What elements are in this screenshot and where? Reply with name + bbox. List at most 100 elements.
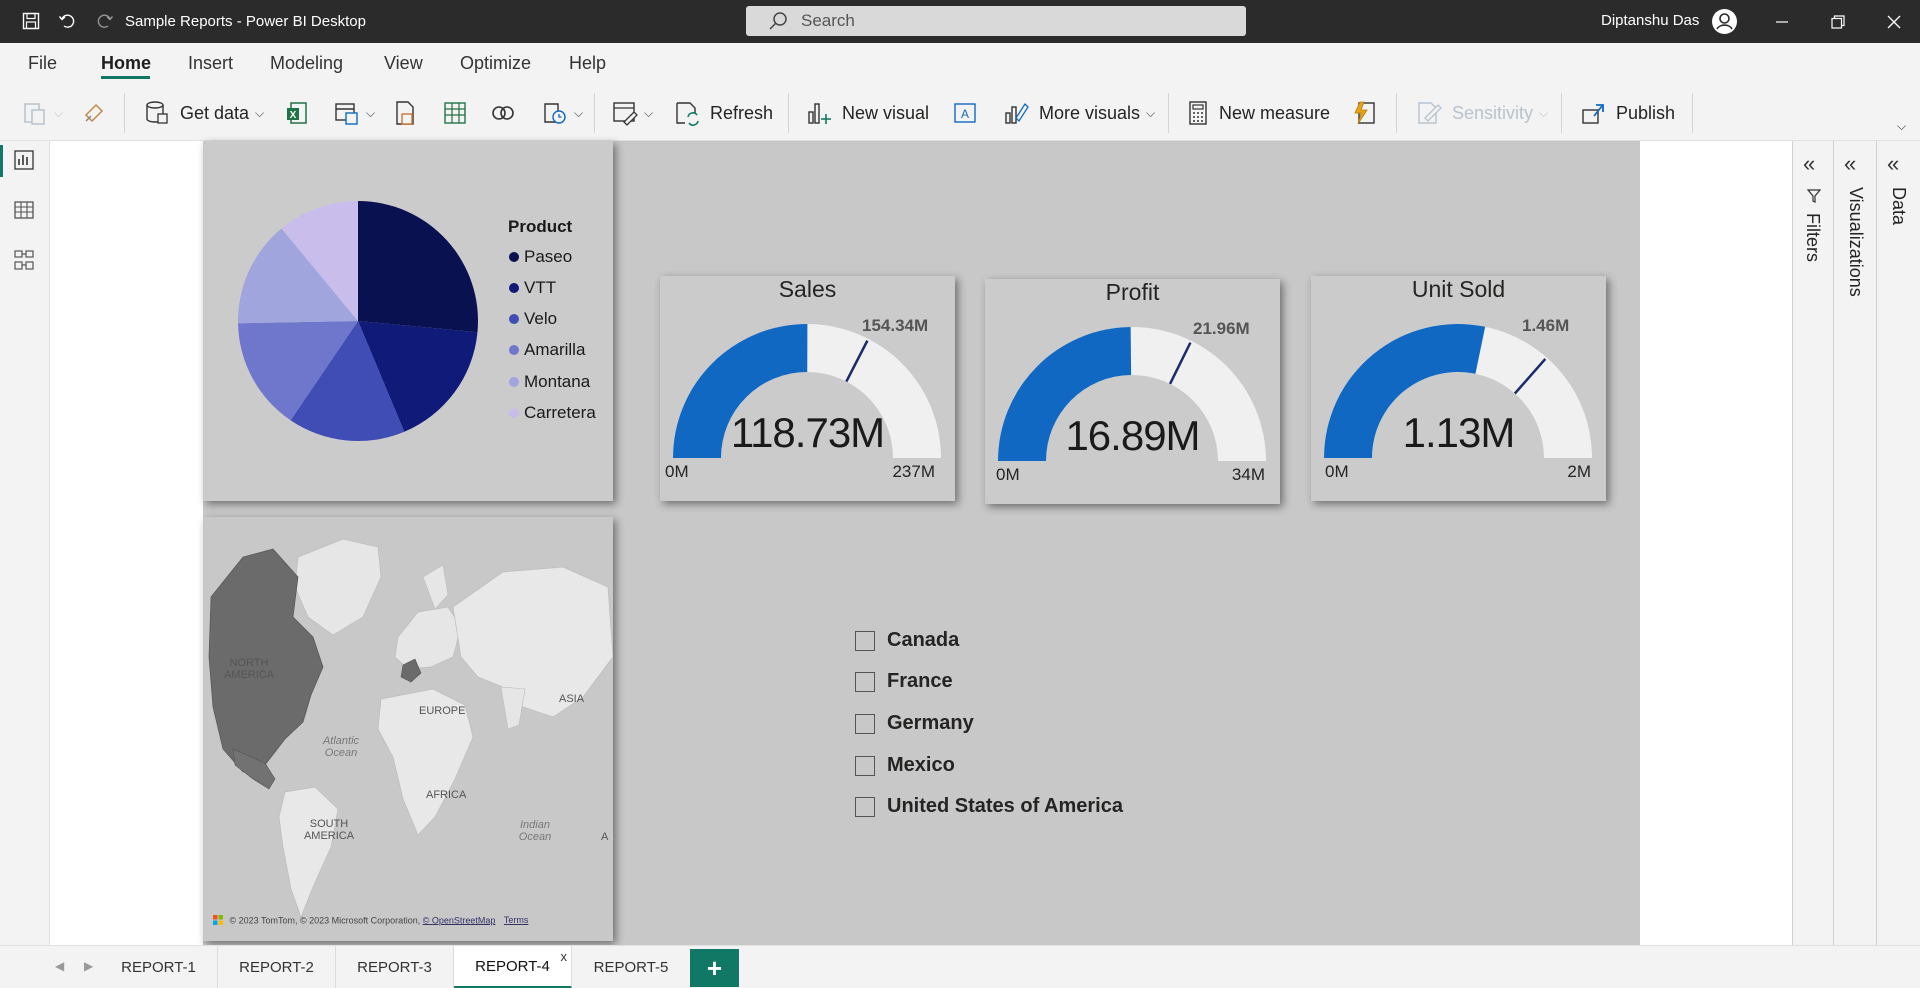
pie-slice-paseo[interactable] <box>358 201 478 333</box>
slicer-item-mexico[interactable]: Mexico <box>855 754 955 777</box>
checkbox[interactable] <box>855 630 875 651</box>
format-painter-button[interactable] <box>82 97 106 129</box>
checkbox[interactable] <box>855 713 875 734</box>
menu-home[interactable]: Home <box>101 53 151 74</box>
search-box[interactable]: Search <box>746 6 1246 36</box>
slicer-item-germany[interactable]: Germany <box>855 712 974 735</box>
get-data-button[interactable]: Get data ⌵ <box>144 97 264 129</box>
undo-icon[interactable] <box>56 10 78 32</box>
page-tab-2[interactable]: REPORT-2 <box>218 946 336 988</box>
expand-data-icon[interactable]: « <box>1887 151 1899 177</box>
unit-sold-gauge-visual[interactable]: Unit Sold 1.13M 1.46M 0M 2M <box>1311 276 1606 501</box>
enter-data-button[interactable] <box>443 97 467 129</box>
ribbon-separator <box>1396 93 1397 133</box>
gauge-max-label: 237M <box>892 462 935 481</box>
data-pane[interactable]: « Data <box>1876 141 1920 945</box>
sensitivity-button[interactable]: Sensitivity ⌵ <box>1416 97 1548 129</box>
checkbox[interactable] <box>855 755 875 776</box>
legend-item[interactable]: Carretera <box>509 403 596 423</box>
redo-icon[interactable] <box>94 10 116 32</box>
paste-button[interactable]: ⌵ <box>22 97 63 129</box>
page-tab-1[interactable]: REPORT-1 <box>100 946 218 988</box>
scroll-right-icon[interactable]: ▶ <box>84 959 93 973</box>
view-switcher <box>0 141 50 945</box>
text-box-button[interactable]: A <box>952 97 978 129</box>
onelake-button[interactable]: ⌵ <box>334 97 375 129</box>
ribbon-separator <box>1561 93 1562 133</box>
slicer-item-usa[interactable]: United States of America <box>855 795 1123 818</box>
checkbox[interactable] <box>855 796 875 817</box>
more-visuals-icon <box>1005 102 1029 124</box>
gauge-target-label: 1.46M <box>1522 316 1570 335</box>
legend-item[interactable]: Amarilla <box>509 340 585 360</box>
page-tab-5[interactable]: REPORT-5 <box>572 946 690 988</box>
page-tabs-bar: ◀ ▶ REPORT-1 REPORT-2 REPORT-3 REPORT-4 … <box>0 945 1920 988</box>
menu-file[interactable]: File <box>28 53 57 74</box>
model-view-icon[interactable] <box>13 249 37 273</box>
gauge-min-label: 0M <box>996 465 1020 484</box>
expand-visualizations-icon[interactable]: « <box>1844 151 1856 177</box>
menu-modeling[interactable]: Modeling <box>270 53 343 74</box>
map-label-south-america: SOUTH AMERICA <box>303 818 355 842</box>
legend-label: Carretera <box>524 403 596 422</box>
table-view-icon[interactable] <box>13 199 37 223</box>
add-page-button[interactable]: + <box>690 949 739 987</box>
legend-label: Paseo <box>524 247 573 266</box>
terms-link[interactable]: Terms <box>504 915 529 925</box>
avatar[interactable] <box>1712 9 1737 34</box>
transform-data-button[interactable]: ⌵ <box>542 97 583 129</box>
svg-text:A: A <box>961 107 969 121</box>
menu-view[interactable]: View <box>384 53 423 74</box>
more-visuals-button[interactable]: More visuals ⌵ <box>1003 97 1155 129</box>
map-visual[interactable]: NORTH AMERICA EUROPE ASIA AFRICA SOUTH A… <box>203 517 613 941</box>
text-box-icon: A <box>954 103 976 123</box>
checkbox[interactable] <box>855 671 875 692</box>
menu-help[interactable]: Help <box>569 53 606 74</box>
close-tab-icon[interactable]: x <box>561 949 568 964</box>
recent-sources-button[interactable] <box>490 97 516 129</box>
dataverse-button[interactable] <box>394 97 416 129</box>
page-tab-3[interactable]: REPORT-3 <box>336 946 454 988</box>
report-view-icon[interactable] <box>13 149 37 173</box>
visualizations-label: Visualizations <box>1846 187 1866 297</box>
legend-item[interactable]: Velo <box>509 309 557 329</box>
collapse-ribbon-icon[interactable]: ⌵ <box>1897 119 1906 134</box>
ribbon-separator <box>1692 93 1693 133</box>
slicer-item-france[interactable]: France <box>855 670 953 693</box>
excel-icon: X <box>287 102 307 124</box>
user-name[interactable]: Diptanshu Das <box>1601 12 1699 29</box>
scroll-left-icon[interactable]: ◀ <box>55 959 64 973</box>
osm-link[interactable]: © OpenStreetMap <box>423 915 496 925</box>
new-measure-button[interactable]: New measure <box>1187 97 1330 129</box>
legend-label: Velo <box>524 309 558 328</box>
legend-item[interactable]: Paseo <box>509 247 572 267</box>
minimize-icon[interactable] <box>1768 8 1796 36</box>
map-label-atlantic: Atlantic Ocean <box>322 735 360 759</box>
gauge-max-label: 2M <box>1567 462 1591 481</box>
pie-chart-visual[interactable]: Product Paseo VTT Velo Amarilla Montana … <box>203 141 613 501</box>
search-icon <box>768 11 788 36</box>
menu-optimize[interactable]: Optimize <box>460 53 531 74</box>
publish-button[interactable]: Publish <box>1580 97 1675 129</box>
format-painter-icon <box>84 103 104 123</box>
visualizations-pane[interactable]: « Visualizations <box>1833 141 1876 945</box>
new-visual-button[interactable]: New visual <box>806 97 929 129</box>
slicer-item-canada[interactable]: Canada <box>855 629 959 652</box>
page-tab-4[interactable]: REPORT-4 x <box>454 946 572 988</box>
legend-item[interactable]: VTT <box>509 278 556 298</box>
close-icon[interactable] <box>1880 8 1908 36</box>
clock-file-icon <box>544 103 566 124</box>
menu-insert[interactable]: Insert <box>188 53 233 74</box>
save-icon[interactable] <box>20 10 42 32</box>
refresh-button[interactable]: Refresh <box>674 97 773 129</box>
transform-button[interactable]: ⌵ <box>612 97 653 129</box>
profit-gauge-visual[interactable]: Profit 16.89M 21.96M 0M 34M <box>985 279 1280 504</box>
sales-gauge-visual[interactable]: Sales 118.73M 154.34M 0M 237M <box>660 276 955 501</box>
restore-icon[interactable] <box>1824 8 1852 36</box>
quick-measure-button[interactable] <box>1352 97 1378 129</box>
expand-filters-icon[interactable]: « <box>1803 151 1815 177</box>
legend-item[interactable]: Montana <box>509 372 590 392</box>
excel-button[interactable]: X <box>285 97 311 129</box>
filters-pane[interactable]: « Filters <box>1792 141 1833 945</box>
legend-label: Montana <box>524 372 591 391</box>
